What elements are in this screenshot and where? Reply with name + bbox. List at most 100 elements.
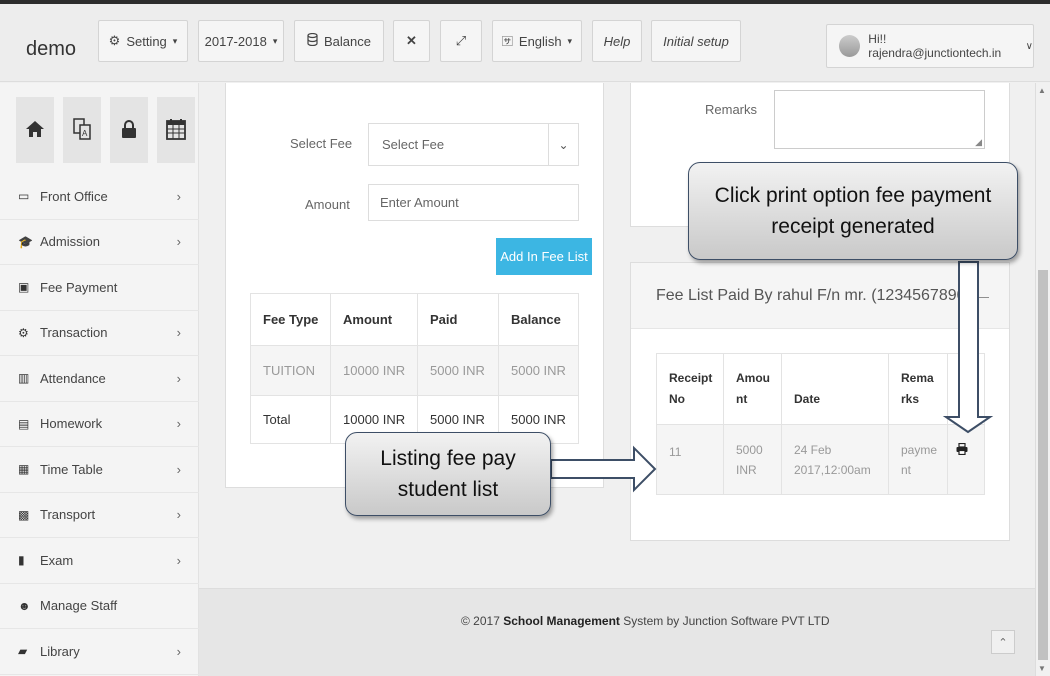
sidebar-item-manage-staff[interactable]: ☻ Manage Staff xyxy=(0,584,199,629)
money-icon: ▣ xyxy=(18,280,30,295)
sidebar-item-front-office[interactable]: ▭ Front Office › xyxy=(0,174,199,220)
sidebar-item-label: Fee Payment xyxy=(40,279,118,295)
initial-setup-button[interactable]: Initial setup xyxy=(651,20,741,62)
sidebar-item-exam[interactable]: ▮ Exam › xyxy=(0,538,199,584)
sidebar-item-label: Library xyxy=(40,643,80,659)
scroll-to-top-button[interactable]: ⌃ xyxy=(991,630,1015,654)
print-icon xyxy=(956,442,968,458)
sidebar-item-label: Exam xyxy=(40,552,74,568)
table-header: Fee Type xyxy=(250,293,331,346)
chevron-right-icon: › xyxy=(176,188,181,204)
graduation-cap-icon: 🎓 xyxy=(18,234,33,249)
lock-icon xyxy=(121,119,137,142)
fullscreen-button[interactable]: ⤢ xyxy=(440,20,482,62)
footer xyxy=(199,588,1035,676)
sidebar-item-transport[interactable]: ▩ Transport › xyxy=(0,493,199,538)
callout-listing-fee: Listing fee pay student list xyxy=(345,432,551,516)
add-in-fee-list-button[interactable]: Add In Fee List xyxy=(496,238,592,275)
table-row: 11 5000 INR 24 Feb 2017,12:00am payme nt xyxy=(656,424,985,495)
chevron-right-icon: › xyxy=(176,234,181,250)
home-icon xyxy=(25,120,45,141)
sidebar-item-admission[interactable]: 🎓 Admission › xyxy=(0,220,199,265)
language-dropdown[interactable]: 🈂 English ▾ xyxy=(492,20,582,62)
gear-icon: ⚙ xyxy=(108,33,121,48)
chevron-down-icon: ∨ xyxy=(1025,40,1033,52)
table-cell: 5000 INR xyxy=(498,345,579,396)
calendar-icon xyxy=(166,118,186,143)
date-cell: 24 Feb 2017,12:00am xyxy=(781,424,889,495)
setting-button[interactable]: ⚙ Setting ▾ xyxy=(98,20,188,62)
collapse-button[interactable]: — xyxy=(975,288,989,304)
sidebar-item-label: Manage Staff xyxy=(40,598,118,614)
sidebar-item-homework[interactable]: ▤ Homework › xyxy=(0,402,199,447)
table-cell: TUITION xyxy=(250,345,331,396)
fee-payment-table: Receipt No Amou nt Date Rema rks 11 5000 INR… xyxy=(656,353,985,495)
select-fee-label: Select Fee xyxy=(290,136,353,151)
chevron-right-icon: › xyxy=(176,507,181,523)
user-menu[interactable]: Hi!! rajendra@junctiontech.in ∨ xyxy=(826,24,1034,68)
home-button[interactable] xyxy=(16,97,54,163)
resize-handle-icon: ◢ xyxy=(975,137,982,147)
receipt-number: 11 xyxy=(656,424,724,495)
file-icon: ▮ xyxy=(18,553,25,568)
table-header: Balance xyxy=(498,293,579,346)
sidebar-item-time-table[interactable]: ▦ Time Table › xyxy=(0,447,199,493)
chevron-right-icon: › xyxy=(176,643,181,659)
amount-label: Amount xyxy=(305,197,350,212)
initial-setup-label: Initial setup xyxy=(663,33,729,49)
balance-button[interactable]: Balance xyxy=(294,20,384,62)
monitor-icon: ▭ xyxy=(18,189,30,204)
chevron-right-icon: › xyxy=(176,416,181,432)
translate-button[interactable]: A xyxy=(63,97,101,163)
remarks-textarea[interactable]: ◢ xyxy=(774,90,985,149)
remarks-label: Remarks xyxy=(705,102,758,117)
translate-icon: A xyxy=(73,117,91,143)
setting-label: Setting xyxy=(126,33,167,49)
sidebar-item-label: Attendance xyxy=(40,370,106,386)
sidebar-item-attendance[interactable]: ▥ Attendance › xyxy=(0,356,199,402)
caret-down-icon: ▾ xyxy=(567,35,573,46)
sidebar-item-fee-payment[interactable]: ▣ Fee Payment xyxy=(0,265,199,311)
scroll-down-arrow-icon[interactable]: ▼ xyxy=(1038,664,1046,673)
table-header: Receipt No xyxy=(656,353,724,425)
scrollbar-thumb[interactable] xyxy=(1038,270,1048,660)
database-icon xyxy=(307,32,318,49)
scroll-up-arrow-icon[interactable]: ▲ xyxy=(1038,86,1046,95)
sidebar: A ▭ Front Office › 🎓 Admission › ▣ Fee P… xyxy=(0,83,199,676)
print-button[interactable] xyxy=(947,424,985,495)
language-label: English xyxy=(518,33,562,49)
year-label: 2017-2018 xyxy=(204,33,267,49)
help-button[interactable]: Help xyxy=(592,20,642,62)
help-label: Help xyxy=(603,33,631,49)
sidebar-item-label: Admission xyxy=(40,234,100,250)
caret-down-icon: ▾ xyxy=(172,35,178,46)
bus-icon: ▩ xyxy=(18,507,30,522)
year-dropdown[interactable]: 2017-2018 ▾ xyxy=(198,20,284,62)
chevron-right-icon: › xyxy=(176,552,181,568)
compress-icon: ✕ xyxy=(406,33,417,48)
fee-table: Fee Type Amount Paid Balance TUITION 100… xyxy=(250,293,579,444)
chevron-right-icon: › xyxy=(176,325,181,341)
compress-button[interactable]: ✕ xyxy=(393,20,430,62)
sidebar-item-transaction[interactable]: ⚙ Transaction › xyxy=(0,311,199,356)
callout-print-receipt: Click print option fee payment receipt g… xyxy=(688,162,1018,260)
bar-chart-icon: ▥ xyxy=(18,371,30,386)
sidebar-item-label: Front Office xyxy=(40,188,108,204)
table-header: Paid xyxy=(417,293,499,346)
users-icon: ☻ xyxy=(18,598,31,613)
gear-icon: ⚙ xyxy=(18,325,29,340)
fee-list-title: Fee List Paid By rahul F/n mr. (12345678… xyxy=(656,287,971,304)
select-fee-dropdown[interactable]: Select Fee ⌄ xyxy=(368,123,579,166)
avatar xyxy=(839,35,861,57)
chevron-up-icon: ⌃ xyxy=(998,636,1008,649)
table-cell: 5000 INR xyxy=(417,345,499,396)
sidebar-item-label: Transaction xyxy=(40,325,108,341)
table-cell: 10000 INR xyxy=(330,345,418,396)
amount-input[interactable]: Enter Amount xyxy=(368,184,579,221)
sidebar-item-library[interactable]: ▰ Library › xyxy=(0,629,199,675)
calendar-icon: ▦ xyxy=(18,462,30,477)
user-label: Hi!! rajendra@junctiontech.in xyxy=(868,32,1002,60)
table-header: Rema rks xyxy=(888,353,948,425)
lock-button[interactable] xyxy=(110,97,148,163)
calendar-button[interactable] xyxy=(157,97,195,163)
